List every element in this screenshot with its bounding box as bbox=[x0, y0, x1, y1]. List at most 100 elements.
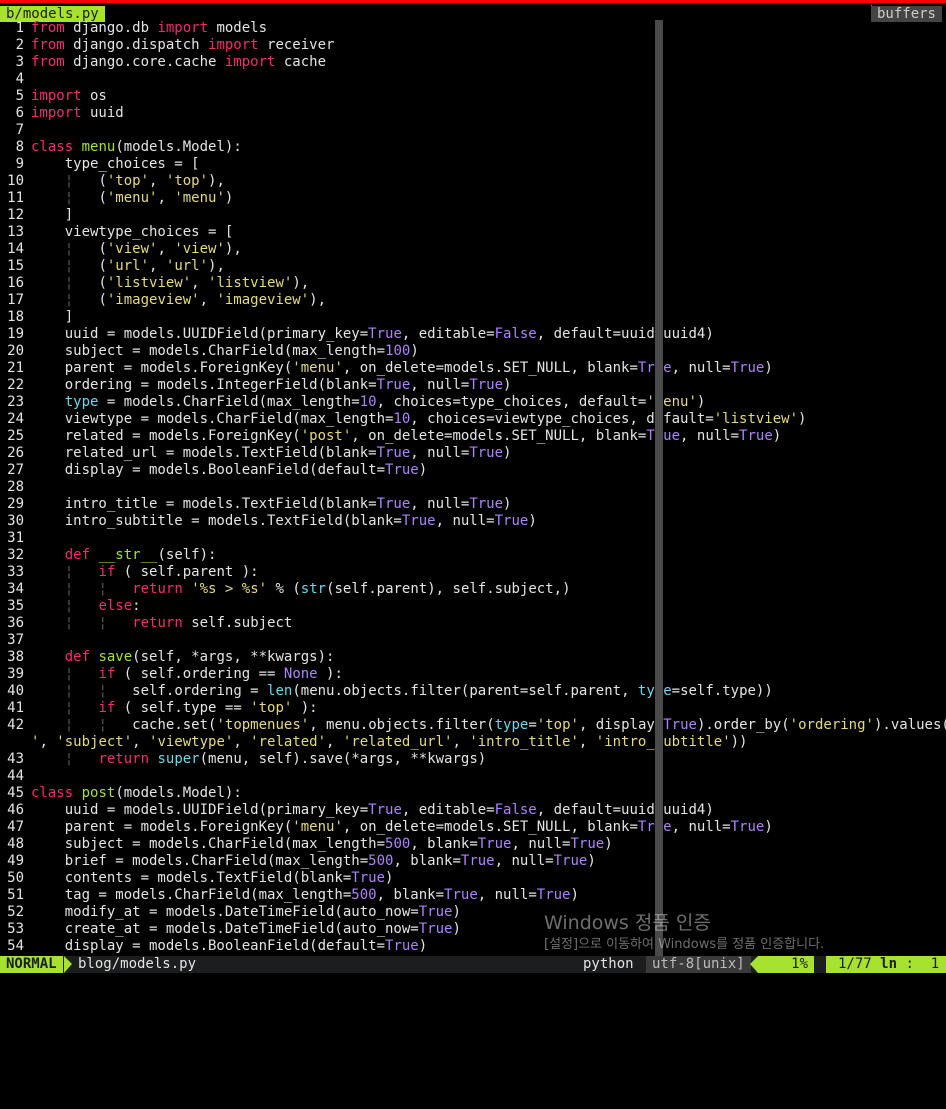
code-line[interactable]: 37 bbox=[0, 632, 946, 649]
code-line[interactable]: 2 from django.dispatch import receiver bbox=[0, 37, 946, 54]
code-token: save bbox=[98, 649, 133, 665]
scrollbar[interactable] bbox=[655, 20, 663, 956]
code-token: , bbox=[452, 734, 470, 750]
code-token: (menu.objects.filter(parent=self.parent, bbox=[292, 683, 638, 699]
code-token: if bbox=[98, 564, 116, 580]
code-line[interactable]: 29 intro_title = models.TextField(blank=… bbox=[0, 496, 946, 513]
code-line[interactable]: 5 import os bbox=[0, 88, 946, 105]
code-token: 'topmenues' bbox=[216, 717, 310, 733]
code-line[interactable]: 4 bbox=[0, 71, 946, 88]
code-line[interactable]: 3 from django.core.cache import cache bbox=[0, 54, 946, 71]
col-separator: : bbox=[905, 956, 914, 972]
code-token: , on_delete=models.SET_NULL, blank= bbox=[342, 819, 638, 835]
code-token: , null= bbox=[410, 377, 470, 393]
code-line[interactable]: 21 parent = models.ForeignKey('menu', on… bbox=[0, 360, 946, 377]
code-line[interactable]: 50 contents = models.TextField(blank=Tru… bbox=[0, 870, 946, 887]
code-token: True bbox=[444, 887, 478, 903]
code-token: False bbox=[494, 326, 537, 342]
code-token: True bbox=[469, 377, 504, 393]
code-token: django.db bbox=[64, 20, 158, 36]
code-line[interactable]: 6 import uuid bbox=[0, 105, 946, 122]
code-line[interactable]: 30 intro_subtitle = models.TextField(bla… bbox=[0, 513, 946, 530]
code-line[interactable]: 15 ¦ ('url', 'url'), bbox=[0, 258, 946, 275]
code-line[interactable]: 28 bbox=[0, 479, 946, 496]
code-line[interactable]: 41 ¦ if ( self.type == 'top' ): bbox=[0, 700, 946, 717]
code-token: ¦ bbox=[98, 581, 107, 597]
code-token: True bbox=[469, 496, 504, 512]
code-line[interactable]: 20 subject = models.CharField(max_length… bbox=[0, 343, 946, 360]
status-line-info: 1/77 ln : 1 bbox=[826, 956, 946, 973]
code-line[interactable]: 42 ¦ ¦ cache.set('topmenues', menu.objec… bbox=[0, 717, 946, 734]
code-line[interactable]: 38 def save(self, *args, **kwargs): bbox=[0, 649, 946, 666]
code-line[interactable]: 44 bbox=[0, 768, 946, 785]
powerline-arrow-left-icon bbox=[750, 956, 758, 973]
code-line[interactable]: 48 subject = models.CharField(max_length… bbox=[0, 836, 946, 853]
code-line[interactable]: 22 ordering = models.IntegerField(blank=… bbox=[0, 377, 946, 394]
code-line[interactable]: 49 brief = models.CharField(max_length=5… bbox=[0, 853, 946, 870]
code-line[interactable]: 51 tag = models.CharField(max_length=500… bbox=[0, 887, 946, 904]
code-line[interactable]: 39 ¦ if ( self.ordering == None ): bbox=[0, 666, 946, 683]
code-line[interactable]: 13 viewtype_choices = [ bbox=[0, 224, 946, 241]
line-number: 11 bbox=[7, 190, 24, 206]
code-line[interactable]: 19 uuid = models.UUIDField(primary_key=T… bbox=[0, 326, 946, 343]
code-line[interactable]: 18 ] bbox=[0, 309, 946, 326]
code-line[interactable]: 45 class post(models.Model): bbox=[0, 785, 946, 802]
code-line[interactable]: 14 ¦ ('view', 'view'), bbox=[0, 241, 946, 258]
line-number: 4 bbox=[15, 71, 24, 87]
code-line[interactable]: 31 bbox=[0, 530, 946, 547]
code-token: None bbox=[283, 666, 318, 682]
code-token: 'listview' bbox=[106, 275, 192, 291]
code-token: ( bbox=[73, 241, 107, 257]
code-line[interactable]: 9 type_choices = [ bbox=[0, 156, 946, 173]
code-line[interactable]: 24 viewtype = models.CharField(max_lengt… bbox=[0, 411, 946, 428]
code-token: ), bbox=[208, 258, 225, 274]
code-line[interactable]: 47 parent = models.ForeignKey('menu', on… bbox=[0, 819, 946, 836]
code-line[interactable]: 12 ] bbox=[0, 207, 946, 224]
code-line[interactable]: 33 ¦ if ( self.parent ): bbox=[0, 564, 946, 581]
code-line[interactable]: 23 type = models.CharField(max_length=10… bbox=[0, 394, 946, 411]
code-line[interactable]: 10 ¦ ('top', 'top'), bbox=[0, 173, 946, 190]
code-line[interactable]: 35 ¦ else: bbox=[0, 598, 946, 615]
line-number: 23 bbox=[7, 394, 24, 410]
code-line[interactable]: ', 'subject', 'viewtype', 'related', 're… bbox=[0, 734, 946, 751]
code-line[interactable]: 27 display = models.BooleanField(default… bbox=[0, 462, 946, 479]
code-token: , bbox=[149, 173, 166, 189]
code-token: create_at = models.DateTimeField(auto_no… bbox=[31, 921, 419, 937]
code-token: parent = models.ForeignKey( bbox=[31, 360, 293, 376]
code-line[interactable]: 8 class menu(models.Model): bbox=[0, 139, 946, 156]
code-line[interactable]: 52 modify_at = models.DateTimeField(auto… bbox=[0, 904, 946, 921]
code-line[interactable]: 17 ¦ ('imageview', 'imageview'), bbox=[0, 292, 946, 309]
code-line[interactable]: 46 uuid = models.UUIDField(primary_key=T… bbox=[0, 802, 946, 819]
code-token: ) bbox=[764, 819, 773, 835]
code-token: 500 bbox=[368, 853, 394, 869]
code-line[interactable]: 11 ¦ ('menu', 'menu') bbox=[0, 190, 946, 207]
code-line[interactable]: 34 ¦ ¦ return '%s > %s' % (str(self.pare… bbox=[0, 581, 946, 598]
code-token: __str__ bbox=[98, 547, 158, 563]
line-number: 25 bbox=[7, 428, 24, 444]
code-line[interactable]: 7 bbox=[0, 122, 946, 139]
code-line[interactable]: 26 related_url = models.TextField(blank=… bbox=[0, 445, 946, 462]
code-token: True bbox=[376, 377, 411, 393]
code-line[interactable]: 16 ¦ ('listview', 'listview'), bbox=[0, 275, 946, 292]
code-token: ordering = models.IntegerField(blank= bbox=[31, 377, 377, 393]
code-line[interactable]: 36 ¦ ¦ return self.subject bbox=[0, 615, 946, 632]
code-token: True bbox=[730, 819, 765, 835]
code-line[interactable]: 32 def __str__(self): bbox=[0, 547, 946, 564]
code-token: , null= bbox=[410, 496, 470, 512]
code-token: return bbox=[98, 751, 150, 767]
code-editor[interactable]: 1 from django.db import models 2 from djang… bbox=[0, 20, 946, 956]
code-token: ) bbox=[385, 870, 394, 886]
code-token: , editable= bbox=[401, 802, 495, 818]
code-line[interactable]: 43 ¦ return super(menu, self).save(*args… bbox=[0, 751, 946, 768]
code-line[interactable]: 40 ¦ ¦ self.ordering = len(menu.objects.… bbox=[0, 683, 946, 700]
code-line[interactable]: 25 related = models.ForeignKey('post', o… bbox=[0, 428, 946, 445]
code-token: ) bbox=[764, 360, 773, 376]
line-number: 46 bbox=[7, 802, 24, 818]
code-line[interactable]: 1 from django.db import models bbox=[0, 20, 946, 37]
command-line[interactable] bbox=[0, 973, 946, 992]
code-token: True bbox=[469, 445, 504, 461]
powerline-arrow-right-icon bbox=[64, 956, 72, 973]
